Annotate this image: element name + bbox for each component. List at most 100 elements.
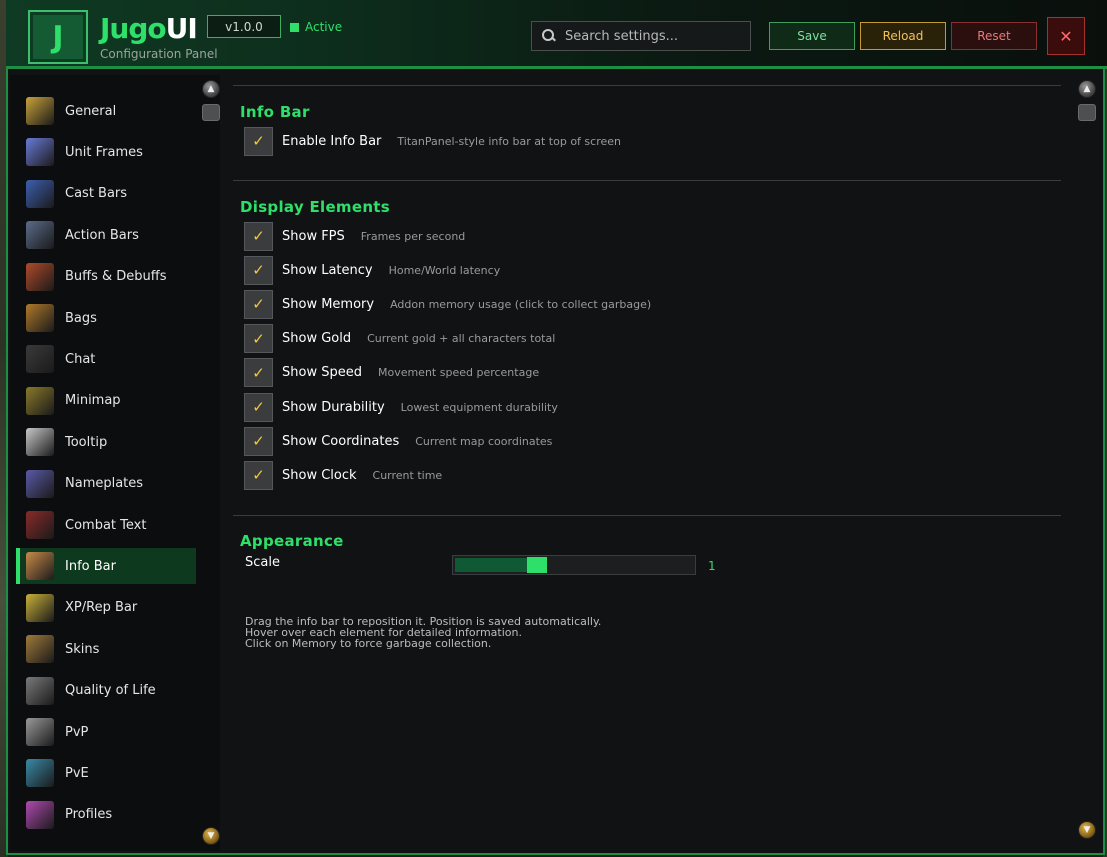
scale-slider[interactable] [452,555,696,575]
version-badge: v1.0.0 [207,15,281,38]
checkbox[interactable]: ✓ [244,358,273,388]
option-label: Show FPS [282,228,345,244]
sidebar-item-label: Minimap [65,393,121,409]
sidebar-item-quality-of-life[interactable]: Quality of Life [16,673,196,709]
content-scroll-up-button[interactable]: ▲ [1078,80,1096,98]
option-show-coordinates: ✓ Show Coordinates Current map coordinates [244,426,552,456]
text-icon [26,511,54,539]
sidebar-item-bags[interactable]: Bags [16,300,196,336]
checkmark-icon: ✓ [252,432,265,451]
option-description: Home/World latency [388,263,501,277]
close-button[interactable]: ✕ [1047,17,1085,55]
checkmark-icon: ✓ [252,363,265,382]
search-icon [541,28,557,44]
sidebar-item-label: Skins [65,641,100,657]
section-title-info-bar: Info Bar [240,103,310,121]
sidebar-item-minimap[interactable]: Minimap [16,383,196,419]
scale-slider-fill [455,558,529,572]
crate-icon [26,635,54,664]
option-show-gold: ✓ Show Gold Current gold + all characters … [244,324,555,354]
sidebar-item-pve[interactable]: PvE [16,755,196,791]
sidebar-item-pvp[interactable]: PvP [16,714,196,750]
option-show-latency: ✓ Show Latency Home/World latency [244,255,500,285]
checkmark-icon: ✓ [252,398,265,416]
sidebar-item-unit-frames[interactable]: Unit Frames [16,134,196,170]
sidebar-item-label: PvE [65,765,89,781]
content-scroll-down-button[interactable]: ▼ [1078,821,1096,839]
sidebar-item-info-bar[interactable]: Info Bar [16,548,196,585]
option-show-durability: ✓ Show Durability Lowest equipment durabil… [244,392,558,422]
help-line: Click on Memory to force garbage collect… [245,637,492,650]
sidebar-scroll-down-button[interactable]: ▼ [202,827,220,845]
logo-letter: J [52,19,64,55]
helm-icon [26,759,54,788]
option-description: Lowest equipment durability [400,400,558,414]
sidebar-item-label: Buffs & Debuffs [65,269,167,285]
section-title-display-elements: Display Elements [240,198,391,216]
section-divider [233,180,1061,181]
reload-button[interactable]: Reload [860,22,946,50]
checkmark-icon: ✓ [252,295,265,314]
sidebar-item-general[interactable]: General [16,93,196,129]
search-input[interactable] [565,28,750,44]
map-icon [26,386,54,415]
checkbox[interactable]: ✓ [244,460,273,490]
sidebar-item-label: Cast Bars [65,186,128,202]
scale-label: Scale [245,555,280,570]
checkbox[interactable]: ✓ [244,221,273,251]
checkbox[interactable]: ✓ [244,255,273,285]
title-part-1: Jugo [100,12,167,45]
content-scroll-thumb[interactable] [1078,104,1096,121]
sidebar-item-action-bars[interactable]: Action Bars [16,217,196,253]
sidebar-item-chat[interactable]: Chat [16,341,196,377]
reset-button[interactable]: Reset [951,22,1037,50]
option-label: Show Speed [282,365,362,381]
sidebar-item-profiles[interactable]: Profiles [16,797,196,833]
potion-icon [26,262,54,291]
sidebar-item-label: Nameplates [65,476,144,492]
profile-icon [26,800,54,829]
hammer-icon [26,221,54,250]
sidebar-item-label: Tooltip [65,434,108,450]
checkbox[interactable]: ✓ [244,289,273,319]
sidebar-item-skins[interactable]: Skins [16,631,196,667]
orb-icon [26,179,54,208]
option-description: Current map coordinates [415,434,553,448]
checkmark-icon: ✓ [252,132,265,150]
sidebar-item-label: PvP [65,724,89,740]
checkmark-icon: ✓ [252,466,265,485]
option-description: Current gold + all characters total [367,332,556,346]
option-description: Frames per second [360,229,466,243]
option-description: TitanPanel-style info bar at top of scre… [397,134,621,148]
status-dot-icon [290,23,299,32]
title-part-2: UI [165,12,198,45]
sidebar-item-nameplates[interactable]: Nameplates [16,466,196,502]
sidebar-item-combat-text[interactable]: Combat Text [16,507,196,543]
checkmark-icon: ✓ [252,329,265,348]
sidebar-item-tooltip[interactable]: Tooltip [16,424,196,460]
checkbox[interactable]: ✓ [244,324,273,354]
help-text: Drag the info bar to reposition it. Posi… [245,616,601,649]
sidebar-item-cast-bars[interactable]: Cast Bars [16,176,196,212]
sidebar-item-label: Combat Text [65,517,147,533]
sidebar-item-label: Unit Frames [65,144,143,160]
settings-content: Info Bar ✓ Enable Info Bar TitanPanel-styl… [226,75,1074,851]
wings-icon [26,593,54,622]
sparkle-icon [26,138,54,167]
save-button[interactable]: Save [769,22,855,50]
checkbox[interactable]: ✓ [244,126,273,156]
sidebar-item-xp-rep-bar[interactable]: XP/Rep Bar [16,590,196,626]
sidebar-item-label: Bags [65,310,97,326]
sidebar-scroll-up-button[interactable]: ▲ [202,80,220,98]
option-description: Movement speed percentage [377,366,540,380]
scale-slider-thumb[interactable] [527,557,547,573]
checkbox[interactable]: ✓ [244,426,273,456]
sidebar-scroll-thumb[interactable] [202,104,220,121]
search-box[interactable] [531,21,751,51]
option-label: Show Durability [282,399,385,415]
option-label: Enable Info Bar [282,133,382,149]
checkmark-icon: ✓ [252,261,265,280]
sidebar-item-label: General [65,103,117,119]
sidebar-item-buffs-debuffs[interactable]: Buffs & Debuffs [16,259,196,295]
checkbox[interactable]: ✓ [244,392,273,422]
